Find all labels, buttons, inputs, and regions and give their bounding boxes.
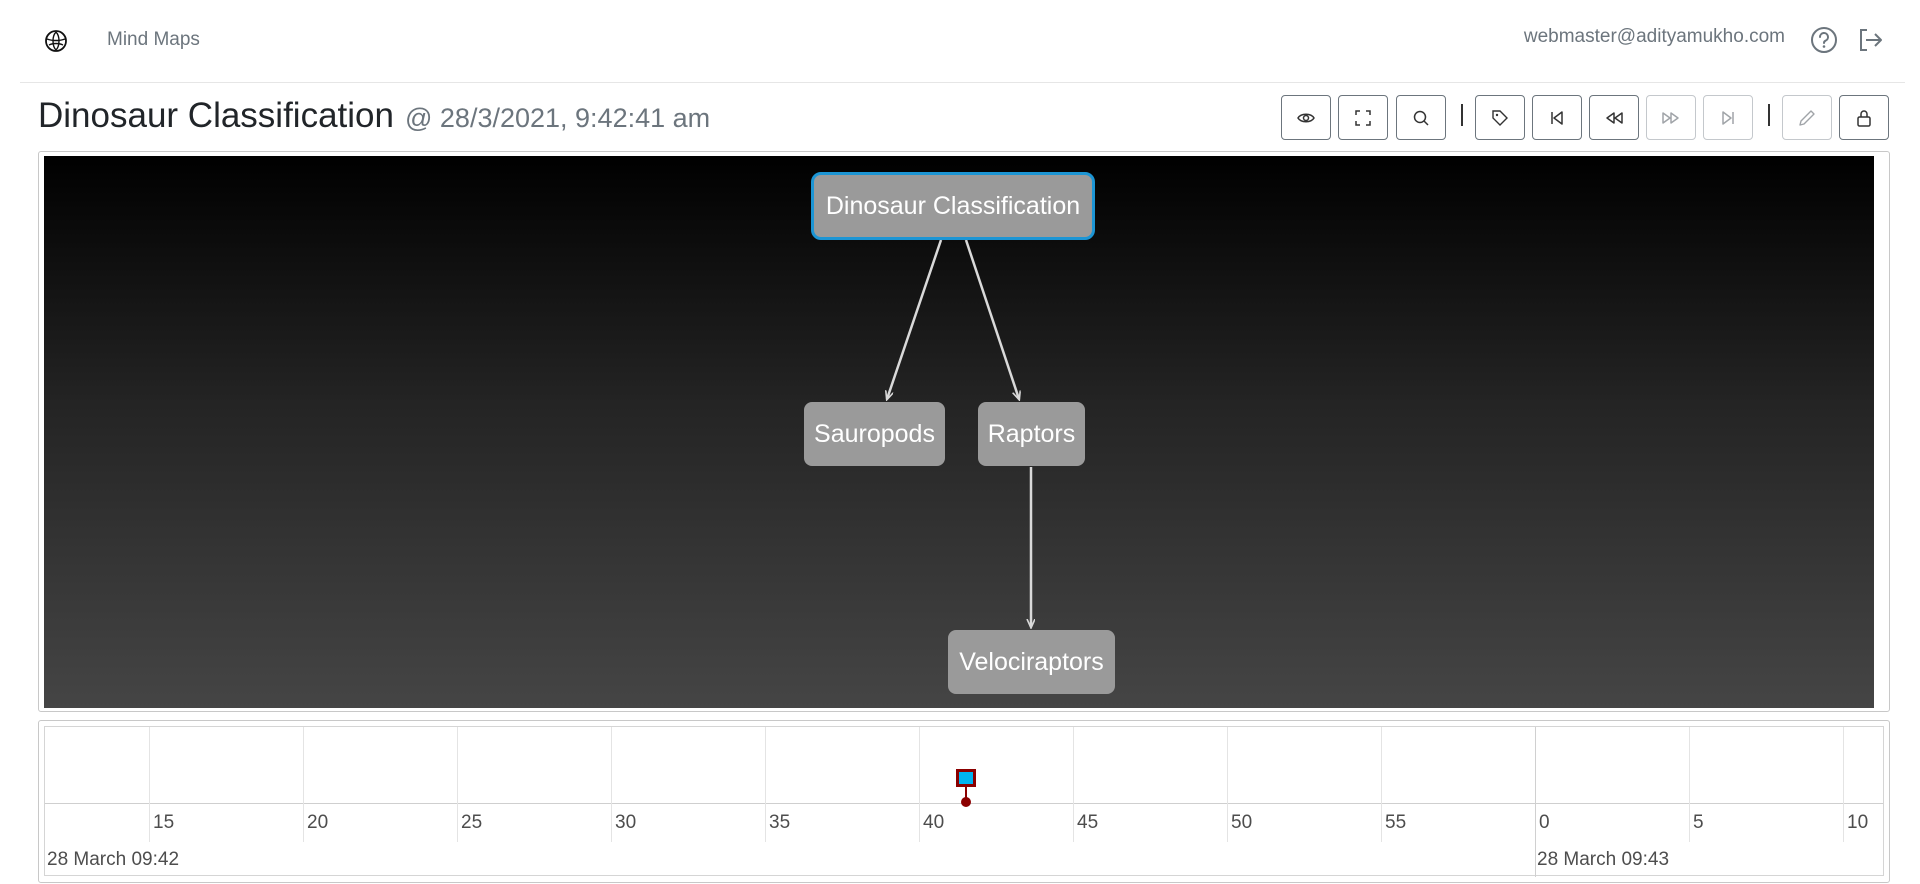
node-velociraptors[interactable]: Velociraptors: [948, 630, 1115, 694]
edit-button[interactable]: [1782, 95, 1832, 140]
timeline-major-label: 28 March 09:43: [1537, 849, 1670, 870]
timeline-gridline: [611, 727, 612, 842]
timeline-major-label: 28 March 09:42: [47, 849, 180, 870]
edge-root-raptors: [964, 239, 1019, 399]
timeline-tick-label: 35: [769, 812, 791, 833]
timeline-tick-label: 0: [1539, 812, 1550, 833]
timeline-gridline: [919, 727, 920, 842]
toolbar-divider: [1461, 104, 1463, 126]
timeline-gridline: [457, 727, 458, 842]
timeline-tick-label: 30: [615, 812, 637, 833]
toolbar-divider: [1768, 104, 1770, 126]
expand-icon: [1355, 109, 1371, 126]
timeline-gridline: [303, 727, 304, 842]
timeline-tick-label: 50: [1231, 812, 1253, 833]
timeline[interactable]: 15 20 25 30 35 40 45 50 55 0 5 10 28 Mar…: [44, 726, 1884, 877]
timeline-tick-label: 20: [307, 812, 329, 833]
timeline-gridline: [765, 727, 766, 842]
timeline-tick-label: 10: [1847, 812, 1869, 833]
timeline-gridline: [1843, 727, 1844, 842]
view-button[interactable]: [1281, 95, 1331, 140]
brain-icon[interactable]: [43, 28, 69, 54]
previous-revision-button[interactable]: [1589, 95, 1639, 140]
timeline-gridline: [1073, 727, 1074, 842]
fullscreen-button[interactable]: [1338, 95, 1388, 140]
brand-link[interactable]: Mind Maps: [107, 29, 200, 51]
timeline-event-marker[interactable]: [956, 769, 976, 809]
fast-forward-icon: [1662, 111, 1679, 124]
skip-forward-icon: [1722, 110, 1734, 125]
node-sauropods[interactable]: Sauropods: [804, 402, 945, 466]
logout-icon[interactable]: [1855, 25, 1885, 55]
search-icon: [1413, 110, 1429, 126]
timeline-gridline: [1381, 727, 1382, 842]
search-button[interactable]: [1396, 95, 1446, 140]
eye-icon: [1297, 113, 1315, 122]
timeline-tick-label: 40: [923, 812, 945, 833]
timeline-gridline: [1689, 727, 1690, 842]
node-raptors[interactable]: Raptors: [978, 402, 1085, 466]
timeline-gridline-major: [1535, 727, 1536, 877]
edge-root-sauropods: [887, 239, 943, 399]
mind-map-canvas[interactable]: Dinosaur Classification Sauropods Raptor…: [44, 156, 1874, 708]
skip-back-icon: [1551, 110, 1563, 125]
timeline-tick-label: 5: [1693, 812, 1704, 833]
top-navbar: Mind Maps webmaster@adityamukho.com: [20, 0, 1905, 83]
first-revision-button[interactable]: [1532, 95, 1582, 140]
lock-button[interactable]: [1839, 95, 1889, 140]
timeline-tick-label: 45: [1077, 812, 1099, 833]
lock-icon: [1857, 109, 1871, 127]
user-email[interactable]: webmaster@adityamukho.com: [1524, 26, 1785, 48]
page-title: Dinosaur Classification: [38, 96, 394, 135]
timeline-gridline: [1227, 727, 1228, 842]
timeline-tick-label: 25: [461, 812, 483, 833]
tag-button[interactable]: [1475, 95, 1525, 140]
rewind-icon: [1606, 111, 1623, 124]
timeline-tick-label: 15: [153, 812, 175, 833]
help-circle-icon[interactable]: [1809, 25, 1839, 55]
next-revision-button[interactable]: [1646, 95, 1696, 140]
page-timestamp: @ 28/3/2021, 9:42:41 am: [405, 103, 711, 133]
timeline-tick-label: 55: [1385, 812, 1407, 833]
node-dinosaur-classification[interactable]: Dinosaur Classification: [811, 172, 1095, 240]
tag-icon: [1492, 109, 1508, 126]
last-revision-button[interactable]: [1703, 95, 1753, 140]
timeline-gridline: [149, 727, 150, 842]
pencil-icon: [1799, 109, 1815, 126]
